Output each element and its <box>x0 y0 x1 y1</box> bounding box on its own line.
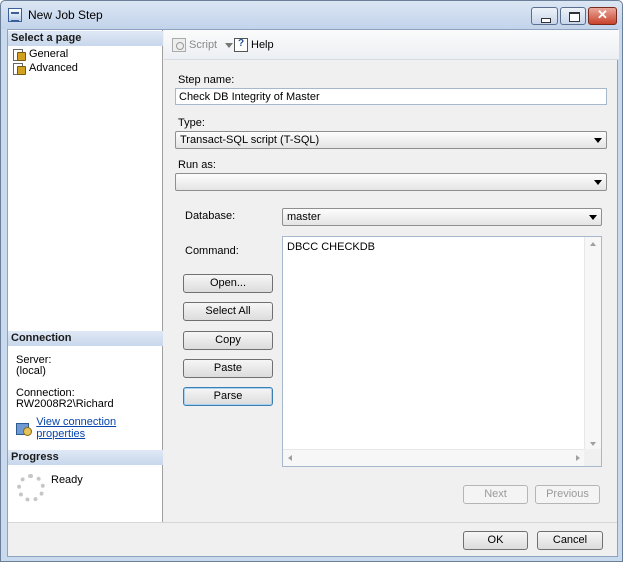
database-select[interactable]: master <box>282 208 602 226</box>
dialog-button-bar: OK Cancel <box>8 522 617 556</box>
script-dropdown-icon[interactable] <box>225 42 234 48</box>
progress-header: Progress <box>8 450 163 465</box>
type-select-value: Transact-SQL script (T-SQL) <box>180 134 320 146</box>
help-label: Help <box>251 39 274 51</box>
maximize-button[interactable] <box>560 7 586 25</box>
chevron-down-icon <box>594 180 602 185</box>
new-job-step-window: New Job Step ✕ Select a page General Adv… <box>0 0 623 562</box>
type-select[interactable]: Transact-SQL script (T-SQL) <box>175 131 607 149</box>
connection-properties-icon <box>16 421 33 436</box>
copy-button[interactable]: Copy <box>183 331 273 350</box>
page-icon <box>12 62 26 75</box>
page-item-label: General <box>29 48 69 60</box>
title-bar[interactable]: New Job Step ✕ <box>1 1 622 29</box>
next-button[interactable]: Next <box>463 485 528 504</box>
step-name-field[interactable]: Check DB Integrity of Master <box>175 88 607 105</box>
parse-button[interactable]: Parse <box>183 387 273 406</box>
command-text: DBCC CHECKDB <box>287 241 376 253</box>
close-icon: ✕ <box>597 7 608 22</box>
step-name-label: Step name: <box>178 74 235 86</box>
progress-status: Ready <box>51 474 83 486</box>
chevron-down-icon <box>589 215 597 220</box>
close-button[interactable]: ✕ <box>588 7 617 25</box>
page-item-advanced[interactable]: Advanced <box>12 61 78 75</box>
type-label: Type: <box>178 117 205 129</box>
connection-value: RW2008R2\Richard <box>16 398 114 410</box>
left-pane: Select a page General Advanced Connectio… <box>8 30 163 522</box>
command-textarea[interactable]: DBCC CHECKDB <box>282 236 602 467</box>
app-icon <box>8 8 22 22</box>
progress-spinner-icon <box>17 474 45 502</box>
script-label: Script <box>189 39 218 51</box>
server-value: (local) <box>16 365 46 377</box>
page-item-label: Advanced <box>29 62 78 74</box>
chevron-down-icon <box>594 138 602 143</box>
database-select-value: master <box>287 211 321 223</box>
script-button[interactable]: Script <box>172 38 234 52</box>
help-button[interactable]: Help <box>234 38 274 52</box>
window-title: New Job Step <box>28 8 103 22</box>
vertical-scrollbar[interactable] <box>584 237 601 451</box>
scroll-left-icon[interactable] <box>288 455 292 461</box>
view-connection-properties-link[interactable]: View connection properties <box>16 416 162 440</box>
view-connection-properties-label: View connection properties <box>36 416 117 440</box>
scrollbar-corner <box>584 449 601 466</box>
previous-button[interactable]: Previous <box>535 485 600 504</box>
scroll-up-icon[interactable] <box>590 242 596 246</box>
scroll-down-icon[interactable] <box>590 442 596 446</box>
scroll-right-icon[interactable] <box>576 455 580 461</box>
run-as-label: Run as: <box>178 159 216 171</box>
paste-button[interactable]: Paste <box>183 359 273 378</box>
run-as-select[interactable] <box>175 173 607 191</box>
page-item-general[interactable]: General <box>12 47 68 61</box>
dialog-client: Select a page General Advanced Connectio… <box>7 29 619 557</box>
open-button[interactable]: Open... <box>183 274 273 293</box>
command-label: Command: <box>185 245 239 257</box>
horizontal-scrollbar[interactable] <box>283 449 585 466</box>
cancel-button[interactable]: Cancel <box>537 531 603 550</box>
connection-header: Connection <box>8 331 163 346</box>
minimize-button[interactable] <box>531 7 558 25</box>
help-icon <box>234 38 248 52</box>
ok-button[interactable]: OK <box>463 531 528 550</box>
database-label: Database: <box>185 210 236 222</box>
select-page-header: Select a page <box>8 31 163 46</box>
toolbar: Script Help <box>164 30 619 60</box>
script-icon <box>172 38 186 52</box>
page-icon <box>12 48 26 61</box>
select-all-button[interactable]: Select All <box>183 302 273 321</box>
